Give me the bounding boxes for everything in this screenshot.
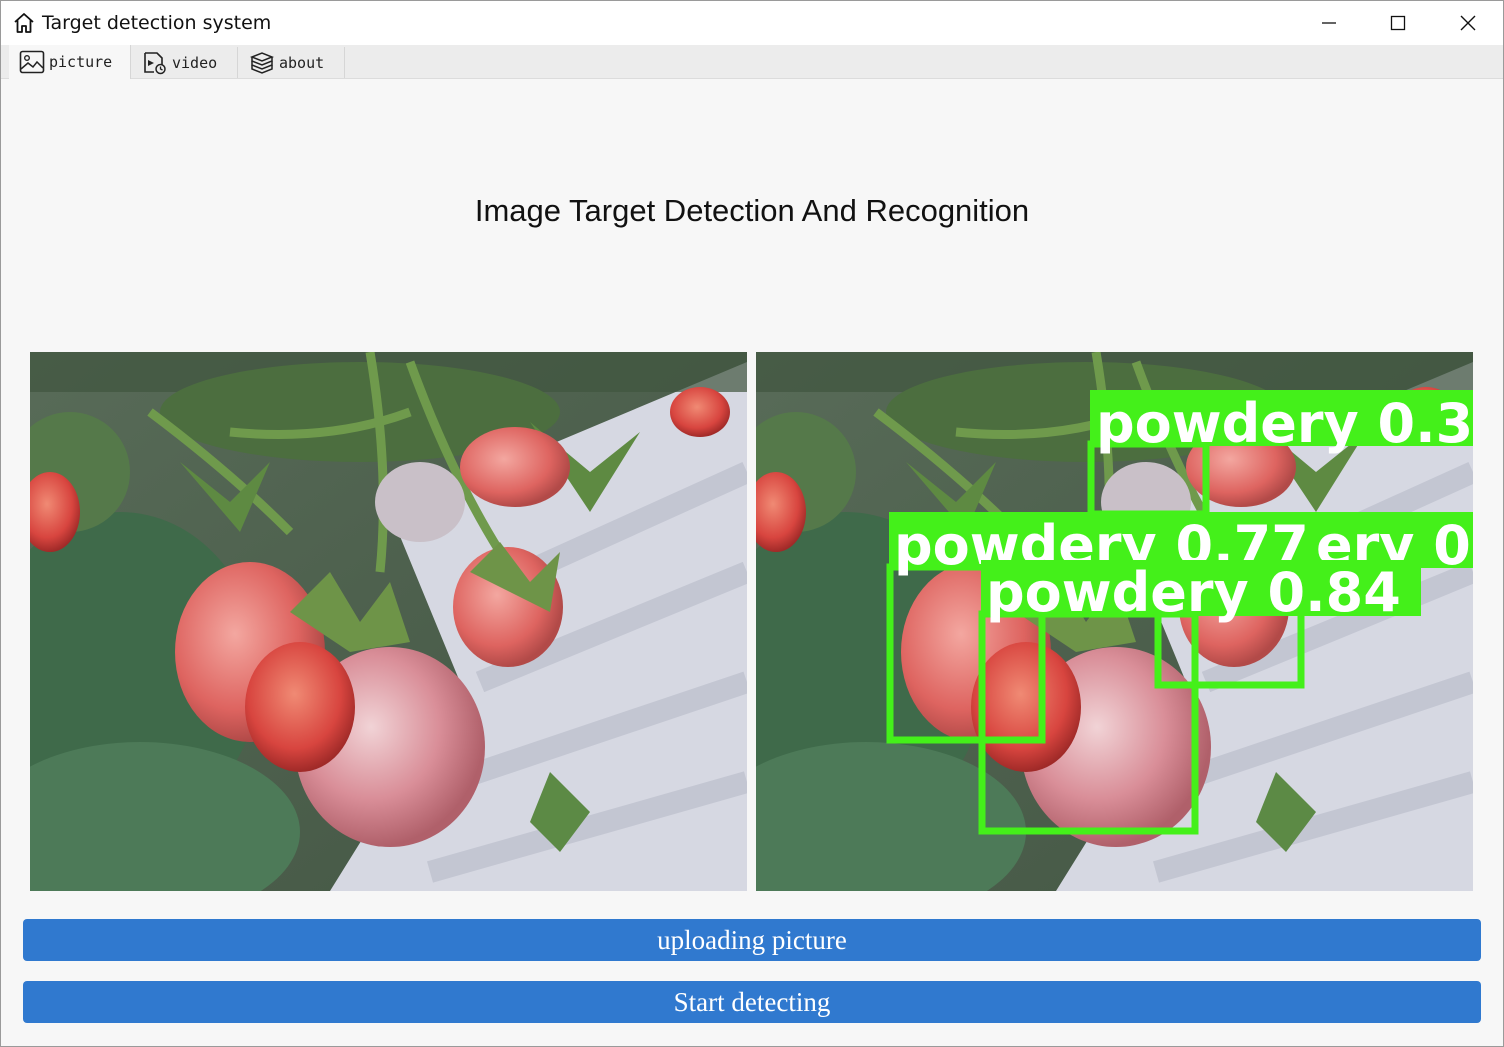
book-icon [249, 51, 275, 74]
minimize-button[interactable] [1295, 1, 1363, 45]
home-icon [14, 13, 34, 33]
tab-video-label: video [172, 53, 218, 72]
video-icon [144, 51, 166, 74]
original-image [30, 352, 747, 891]
maximize-button[interactable] [1364, 1, 1432, 45]
tab-about[interactable]: about [239, 47, 345, 78]
detection-label: powdery 0.3 [1096, 392, 1473, 455]
upload-picture-button[interactable]: uploading picture [23, 919, 1481, 961]
tab-about-label: about [279, 53, 325, 72]
detection-label: powdery 0.84 [986, 561, 1401, 624]
title-bar: Target detection system [1, 1, 1503, 45]
page-title: Image Target Detection And Recognition [474, 193, 1030, 228]
app-window: Target detection system picture video ab… [0, 0, 1504, 1047]
detection-image: powdery 0.3 ery 0 powdery 0.77 powdery 0… [756, 352, 1473, 891]
picture-icon [19, 50, 45, 74]
tab-picture-label: picture [49, 53, 113, 71]
strawberry-photo [30, 352, 747, 891]
tab-bar: picture video about [1, 45, 1503, 79]
maximize-icon [1390, 15, 1406, 31]
start-detecting-button[interactable]: Start detecting [23, 981, 1481, 1023]
minimize-icon [1322, 22, 1336, 24]
tab-video[interactable]: video [132, 47, 238, 78]
close-button[interactable] [1434, 1, 1502, 45]
close-icon [1460, 15, 1476, 31]
detection-result-photo: powdery 0.3 ery 0 powdery 0.77 powdery 0… [756, 352, 1473, 891]
tab-picture[interactable]: picture [9, 45, 131, 79]
window-title: Target detection system [42, 12, 272, 34]
